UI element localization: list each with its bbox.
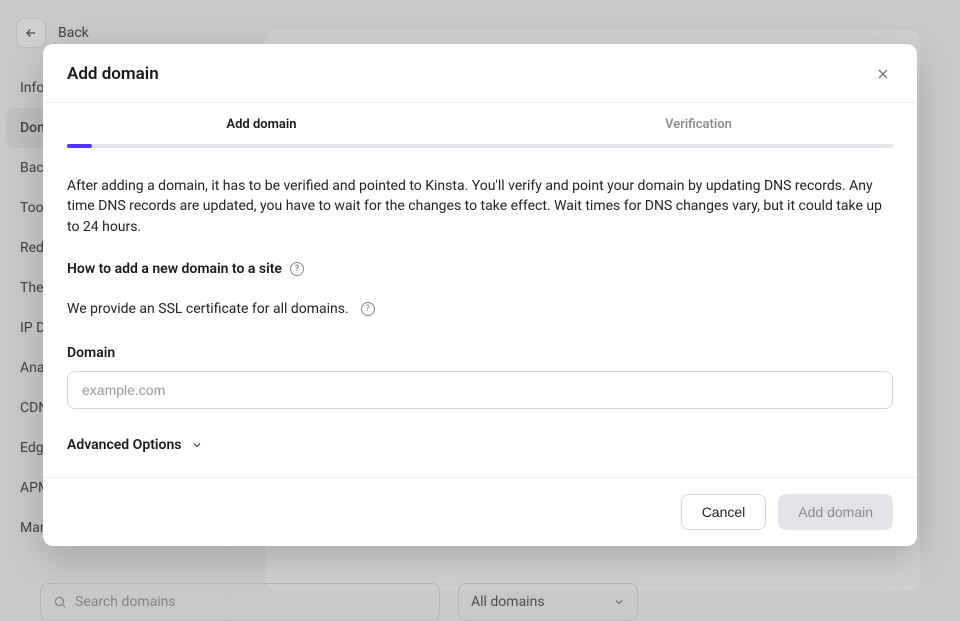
ssl-note-row: We provide an SSL certificate for all do… <box>67 301 893 317</box>
modal-footer: Cancel Add domain <box>43 477 917 546</box>
step-add-domain: Add domain <box>43 117 480 144</box>
help-info-icon: ? <box>290 262 304 276</box>
modal-body: Add domainVerification After adding a do… <box>43 103 917 477</box>
add-domain-button[interactable]: Add domain <box>778 494 893 530</box>
cancel-button[interactable]: Cancel <box>681 494 767 530</box>
domain-input[interactable] <box>67 371 893 409</box>
modal-overlay: Add domain Add domainVerification After … <box>0 0 960 621</box>
advanced-options-toggle[interactable]: Advanced Options <box>67 409 893 477</box>
modal-content: After adding a domain, it has to be veri… <box>43 148 917 477</box>
help-link-text: How to add a new domain to a site <box>67 261 282 277</box>
close-button[interactable] <box>873 64 893 84</box>
description-text: After adding a domain, it has to be veri… <box>67 176 893 237</box>
domain-field-label: Domain <box>67 345 893 361</box>
progress-track <box>67 144 893 148</box>
advanced-options-label: Advanced Options <box>67 437 181 453</box>
modal-header: Add domain <box>43 44 917 103</box>
help-link[interactable]: How to add a new domain to a site ? <box>67 261 893 277</box>
step-verification: Verification <box>480 117 917 144</box>
add-domain-modal: Add domain Add domainVerification After … <box>43 44 917 546</box>
modal-title: Add domain <box>67 64 159 84</box>
ssl-note-text: We provide an SSL certificate for all do… <box>67 301 349 317</box>
chevron-down-icon <box>191 439 203 451</box>
ssl-info-icon[interactable]: ? <box>361 302 375 316</box>
progress-fill <box>67 144 92 148</box>
close-icon <box>875 66 891 82</box>
steps-row: Add domainVerification <box>43 103 917 144</box>
